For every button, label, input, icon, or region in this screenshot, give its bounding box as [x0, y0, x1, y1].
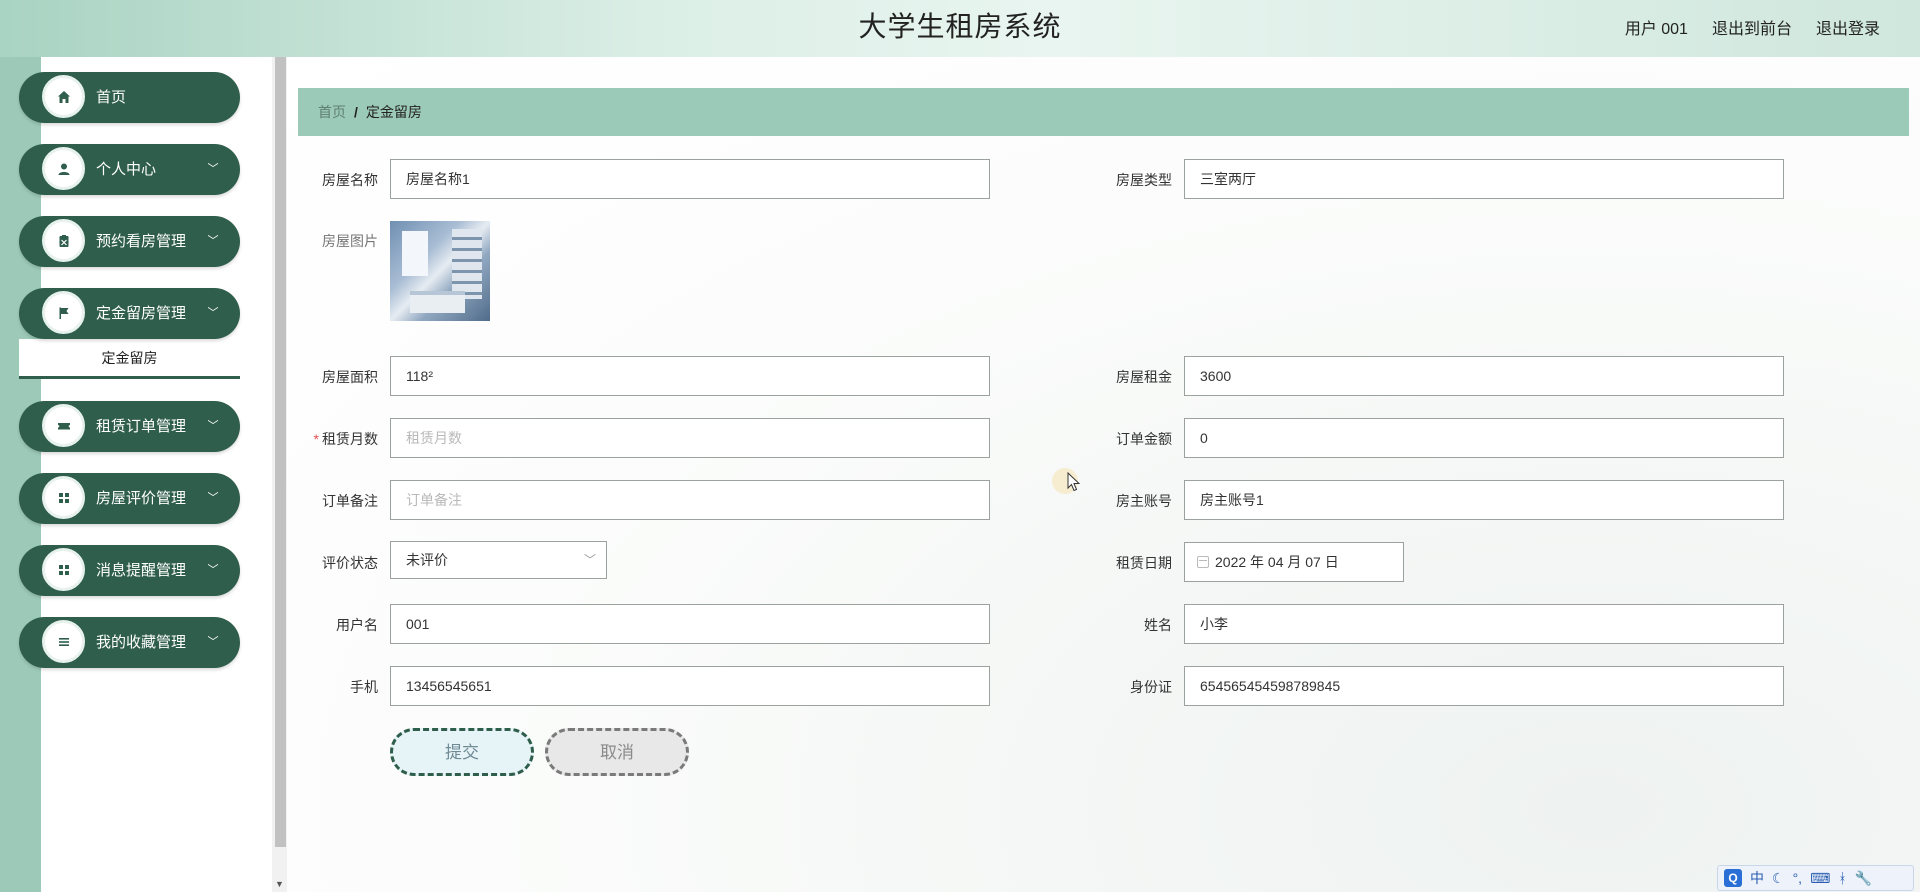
house-type-label: 房屋类型 [1116, 172, 1172, 188]
sidebar-item-label: 租赁订单管理 [96, 418, 187, 435]
submit-button[interactable]: 提交 [390, 728, 534, 776]
sidebar-item-personal-center[interactable]: 个人中心 ﹀ [19, 144, 240, 195]
calendar-icon [1197, 556, 1209, 568]
list-icon [42, 620, 85, 663]
ime-skin-icon[interactable]: ᚼ [1838, 870, 1846, 886]
top-links: 用户 001 退出到前台 退出登录 [1625, 0, 1880, 54]
sidebar-item-label: 定金留房管理 [96, 305, 187, 322]
house-name-label: 房屋名称 [322, 172, 378, 188]
chevron-down-icon: ﹀ [207, 492, 219, 504]
clipboard-icon [42, 219, 85, 262]
review-status-value: 未评价 [406, 552, 448, 568]
scroll-down-arrow-icon[interactable]: ▼ [274, 879, 285, 890]
exit-to-front-link[interactable]: 退出到前台 [1712, 15, 1792, 39]
username-input[interactable] [390, 604, 990, 644]
sidebar-item-label: 个人中心 [96, 161, 157, 178]
review-status-select[interactable]: 未评价 ﹀ [390, 541, 607, 579]
sidebar-item-label: 预约看房管理 [96, 233, 187, 250]
user-icon [42, 147, 85, 190]
sidebar-item-label: 房屋评价管理 [96, 490, 187, 507]
lease-date-value: 2022 年 04 月 07 日 [1215, 554, 1339, 570]
house-area-input[interactable] [390, 356, 990, 396]
chevron-down-icon: ﹀ [207, 235, 219, 247]
sidebar-item-house-reviews[interactable]: 房屋评价管理 ﹀ [19, 473, 240, 524]
required-mark: * [313, 431, 319, 447]
breadcrumb-separator: / [354, 104, 358, 120]
sidebar-item-lease-orders[interactable]: 租赁订单管理 ﹀ [19, 401, 240, 452]
sidebar-scrollbar[interactable]: ▼ [272, 57, 287, 892]
order-note-input[interactable] [390, 480, 990, 520]
ime-mode-toggle[interactable]: 中 [1750, 868, 1764, 888]
sidebar-item-home[interactable]: 首页 [19, 72, 240, 123]
chevron-down-icon: ﹀ [207, 420, 219, 432]
lease-date-picker[interactable]: 2022 年 04 月 07 日 [1184, 542, 1404, 582]
id-card-label: 身份证 [1130, 679, 1172, 695]
sidebar-item-label: 我的收藏管理 [96, 634, 187, 651]
house-rent-label: 房屋租金 [1116, 369, 1172, 385]
ticket-icon [42, 404, 85, 447]
phone-label: 手机 [350, 679, 378, 695]
ime-logo-icon[interactable]: Q [1724, 869, 1742, 887]
ime-toolbar: Q 中 ☾ °, ⌨ ᚼ 🔧 [1717, 865, 1914, 891]
sidebar-item-label: 首页 [96, 89, 127, 106]
sidebar-item-message-reminders[interactable]: 消息提醒管理 ﹀ [19, 545, 240, 596]
sidebar-menu: 首页 个人中心 ﹀ 预约看房管理 ﹀ 定金留房管理 ﹀ 定金留房 租赁订单管理 … [19, 72, 240, 689]
scrollbar-thumb[interactable] [275, 57, 286, 847]
owner-account-label: 房主账号 [1116, 493, 1172, 509]
sidebar-item-label: 消息提醒管理 [96, 562, 187, 579]
sidebar-item-deposit-reservation[interactable]: 定金留房管理 ﹀ [19, 288, 240, 339]
chevron-down-icon: ﹀ [207, 636, 219, 648]
home-icon [42, 75, 85, 118]
chevron-down-icon: ﹀ [207, 307, 219, 319]
house-type-input[interactable] [1184, 159, 1784, 199]
house-area-label: 房屋面积 [322, 369, 378, 385]
lease-date-label: 租赁日期 [1116, 555, 1172, 571]
flag-icon [42, 291, 85, 334]
wrench-icon[interactable]: 🔧 [1855, 870, 1872, 887]
id-card-input[interactable] [1184, 666, 1784, 706]
real-name-input[interactable] [1184, 604, 1784, 644]
logout-link[interactable]: 退出登录 [1816, 15, 1880, 39]
lease-months-input[interactable] [390, 418, 990, 458]
house-image [390, 221, 490, 321]
house-image-label: 房屋图片 [322, 233, 378, 249]
breadcrumb: 首页 / 定金留房 [298, 88, 1909, 136]
cancel-button[interactable]: 取消 [545, 728, 689, 776]
order-amount-input[interactable] [1184, 418, 1784, 458]
phone-input[interactable] [390, 666, 990, 706]
lease-months-label: * 租赁月数 [313, 431, 378, 447]
house-rent-input[interactable] [1184, 356, 1784, 396]
keyboard-icon[interactable]: ⌨ [1810, 870, 1830, 887]
grid-icon [42, 548, 85, 591]
chevron-down-icon: ﹀ [207, 163, 219, 175]
real-name-label: 姓名 [1144, 617, 1172, 633]
sidebar-item-my-favorites[interactable]: 我的收藏管理 ﹀ [19, 617, 240, 668]
current-user: 用户 001 [1624, 21, 1688, 38]
mouse-cursor-icon [1067, 472, 1081, 492]
chevron-down-icon: ﹀ [583, 553, 596, 567]
order-note-label: 订单备注 [322, 493, 378, 509]
grid-icon [42, 476, 85, 519]
submenu-item-deposit-reservation[interactable]: 定金留房 [19, 339, 240, 379]
breadcrumb-home-link[interactable]: 首页 [318, 102, 346, 122]
owner-account-input[interactable] [1184, 480, 1784, 520]
sidebar-item-viewing-appointments[interactable]: 预约看房管理 ﹀ [19, 216, 240, 267]
username-label: 用户名 [336, 617, 378, 633]
moon-icon[interactable]: ☾ [1772, 870, 1785, 887]
review-status-label: 评价状态 [322, 555, 378, 571]
breadcrumb-current: 定金留房 [365, 104, 422, 120]
punctuation-icon[interactable]: °, [1793, 870, 1803, 886]
house-name-input[interactable] [390, 159, 990, 199]
chevron-down-icon: ﹀ [207, 564, 219, 576]
order-amount-label: 订单金额 [1116, 431, 1172, 447]
